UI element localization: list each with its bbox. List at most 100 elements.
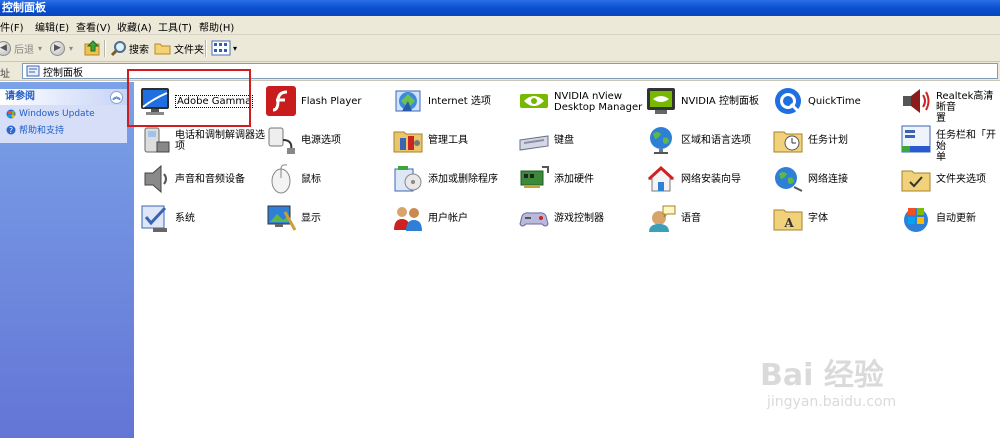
item-power-options[interactable]: 电源选项 <box>265 124 341 156</box>
see-also-panel: 请参阅 ︽ Windows Update ? 帮助和支持 <box>0 89 127 143</box>
item-label: Internet 选项 <box>428 96 491 107</box>
globe-icon <box>650 127 672 154</box>
menu-tools[interactable]: 工具(T) <box>158 19 192 34</box>
item-taskbar-start-menu[interactable]: 任务栏和「开始 单 <box>900 124 1000 163</box>
keyboard-icon <box>519 135 549 151</box>
windows-update-icon <box>904 208 928 232</box>
network-setup-icon <box>647 165 675 192</box>
item-region-language[interactable]: 区域和语言选项 <box>645 124 751 156</box>
control-panel-icon <box>26 65 40 77</box>
item-admin-tools[interactable]: 管理工具 <box>392 124 468 156</box>
menu-file[interactable]: 件(F) <box>0 19 24 34</box>
item-quicktime[interactable]: QuickTime <box>772 85 861 117</box>
item-label: 任务栏和「开始 单 <box>936 130 996 163</box>
control-panel-items: Adobe Gamma Flash Player Internet 选项 NVI… <box>134 82 1000 438</box>
folders-button[interactable]: 文件夹 <box>154 39 204 57</box>
item-nvidia-control-panel[interactable]: NVIDIA 控制面板 <box>645 85 759 117</box>
hardware-icon <box>520 166 549 188</box>
up-folder-button[interactable] <box>84 39 102 57</box>
scheduled-tasks-icon <box>773 131 803 153</box>
windows-update-link[interactable]: Windows Update <box>0 109 127 119</box>
item-flash-player[interactable]: Flash Player <box>265 85 362 117</box>
item-game-controllers[interactable]: 游戏控制器 <box>518 202 604 234</box>
views-grid-icon <box>211 40 231 56</box>
item-label: 添加或删除程序 <box>428 174 498 185</box>
see-also-header[interactable]: 请参阅 ︽ <box>0 89 127 105</box>
item-add-hardware[interactable]: 添加硬件 <box>518 163 594 195</box>
views-button[interactable]: ▾ <box>211 39 237 57</box>
search-button[interactable]: 搜索 <box>110 39 149 57</box>
collapse-chevron-icon[interactable]: ︽ <box>110 91 123 104</box>
item-user-accounts[interactable]: 用户帐户 <box>392 202 468 234</box>
help-support-link[interactable]: ? 帮助和支持 <box>0 123 127 136</box>
item-label: 电话和调制解调器选 项 <box>175 130 265 152</box>
item-mouse[interactable]: 鼠标 <box>265 163 321 195</box>
item-system[interactable]: 系统 <box>139 202 195 234</box>
highlight-box <box>127 69 251 127</box>
item-label: 系统 <box>175 213 195 224</box>
users-icon <box>394 207 422 231</box>
item-label: 电源选项 <box>301 135 341 146</box>
add-remove-icon <box>394 166 422 192</box>
menu-view[interactable]: 查看(V) <box>76 19 111 34</box>
task-pane: 请参阅 ︽ Windows Update ? 帮助和支持 <box>0 82 134 438</box>
item-folder-options[interactable]: 文件夹选项 <box>900 163 986 195</box>
power-icon <box>268 127 295 154</box>
system-icon <box>141 205 167 232</box>
item-network-setup-wizard[interactable]: 网络安装向导 <box>645 163 741 195</box>
back-button[interactable]: ◀ 后退 ▾ <box>0 39 42 57</box>
item-label: 游戏控制器 <box>554 213 604 224</box>
item-label: NVIDIA nView Desktop Manager <box>554 91 643 113</box>
see-also-title: 请参阅 <box>5 91 35 102</box>
item-label: 网络连接 <box>808 174 848 185</box>
watermark-brand: Bai 经验 <box>760 358 884 393</box>
item-nvidia-nview[interactable]: NVIDIA nView Desktop Manager <box>518 85 642 117</box>
item-label: Flash Player <box>301 96 362 107</box>
item-internet-options[interactable]: Internet 选项 <box>392 85 491 117</box>
item-sound-audio[interactable]: 声音和音频设备 <box>139 163 245 195</box>
menu-help[interactable]: 帮助(H) <box>199 19 234 34</box>
nvidia-panel-icon <box>647 88 675 114</box>
item-realtek-audio[interactable]: Realtek高清晰音 置 <box>900 85 1000 124</box>
speech-icon <box>649 205 676 232</box>
item-label: 区域和语言选项 <box>681 135 751 146</box>
menu-edit[interactable]: 编辑(E) <box>35 19 69 34</box>
network-icon <box>775 167 803 192</box>
item-keyboard[interactable]: 键盘 <box>518 124 574 156</box>
item-display[interactable]: 显示 <box>265 202 321 234</box>
item-scheduled-tasks[interactable]: 任务计划 <box>772 124 848 156</box>
menu-bar: 件(F) 编辑(E) 查看(V) 收藏(A) 工具(T) 帮助(H) <box>0 16 1000 35</box>
chevron-down-icon[interactable]: ▾ <box>38 44 42 53</box>
address-value: 控制面板 <box>43 67 83 79</box>
item-label: 字体 <box>808 213 828 224</box>
item-speech[interactable]: 语音 <box>645 202 701 234</box>
window-title: 控制面板 <box>2 1 46 14</box>
menu-favorites[interactable]: 收藏(A) <box>117 19 152 34</box>
item-label: Realtek高清晰音 置 <box>936 91 994 124</box>
item-label: 键盘 <box>554 135 574 146</box>
back-arrow-icon: ◀ <box>0 40 11 56</box>
item-label: NVIDIA 控制面板 <box>681 96 759 107</box>
folder-options-icon <box>901 170 931 192</box>
forward-button[interactable]: ▶ ▾ <box>50 39 73 57</box>
item-label: 任务计划 <box>808 135 848 146</box>
item-add-remove-programs[interactable]: 添加或删除程序 <box>392 163 498 195</box>
toolbar: ◀ 后退 ▾ ▶ ▾ 搜索 文件夹 ▾ <box>0 35 1000 62</box>
nvidia-icon <box>520 94 548 108</box>
gamepad-icon <box>519 212 549 227</box>
item-fonts[interactable]: A 字体 <box>772 202 828 234</box>
chevron-down-icon[interactable]: ▾ <box>69 44 73 53</box>
item-label: QuickTime <box>808 96 861 107</box>
item-network-connections[interactable]: 网络连接 <box>772 163 848 195</box>
item-label: 添加硬件 <box>554 174 594 185</box>
item-phone-modem[interactable]: 电话和调制解调器选 项 <box>139 124 265 156</box>
item-automatic-updates[interactable]: 自动更新 <box>900 202 976 234</box>
help-icon: ? <box>6 125 16 135</box>
item-label: 鼠标 <box>301 174 321 185</box>
item-label: 用户帐户 <box>428 213 468 224</box>
svg-text:?: ? <box>9 126 13 135</box>
item-label: 显示 <box>301 213 321 224</box>
display-icon <box>267 205 297 231</box>
speaker-icon <box>903 89 930 113</box>
chevron-down-icon[interactable]: ▾ <box>233 44 237 53</box>
